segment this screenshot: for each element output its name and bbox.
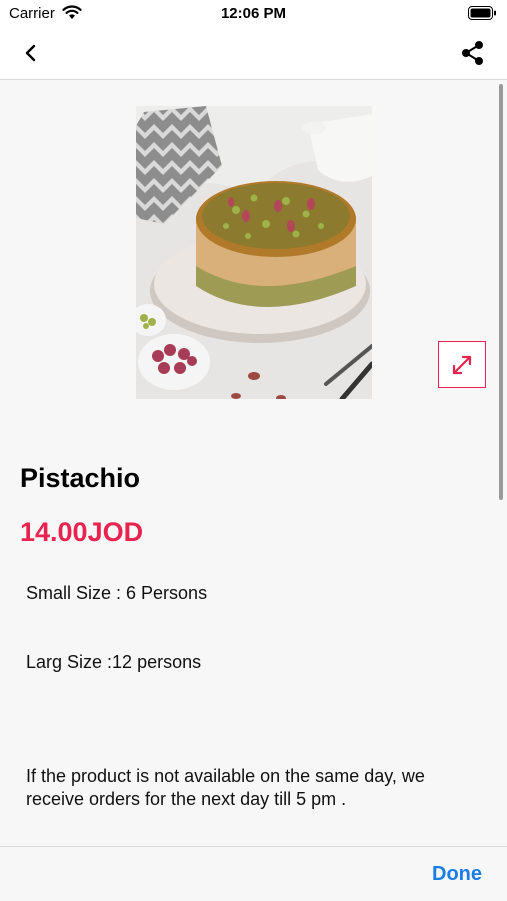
product-name: Pistachio <box>20 463 141 493</box>
expand-arrows-icon <box>452 355 472 375</box>
clock-time: 12:06 PM <box>220 5 287 22</box>
chevron-left-icon[interactable] <box>18 40 44 66</box>
product-image[interactable] <box>136 106 372 399</box>
footer-toolbar: Done <box>0 846 507 901</box>
availability-note-line-2: receive orders for the next day till 5 p… <box>26 789 347 809</box>
product-detail-scroll[interactable]: Pistachio 14.00JOD Small Size : 6 Person… <box>0 80 507 846</box>
availability-note-line-1: If the product is not available on the s… <box>26 766 425 786</box>
done-button[interactable]: Done <box>432 863 482 886</box>
navigation-bar <box>0 28 507 80</box>
large-size-info: Larg Size :12 persons <box>26 652 202 672</box>
expand-image-button[interactable] <box>438 341 486 388</box>
status-bar: Carrier 12:06 PM <box>0 0 507 28</box>
product-price: 14.00JOD <box>20 517 144 547</box>
battery-icon <box>468 6 497 25</box>
share-icon[interactable] <box>459 39 487 67</box>
small-size-info: Small Size : 6 Persons <box>26 583 208 603</box>
scrollbar[interactable] <box>499 84 503 500</box>
